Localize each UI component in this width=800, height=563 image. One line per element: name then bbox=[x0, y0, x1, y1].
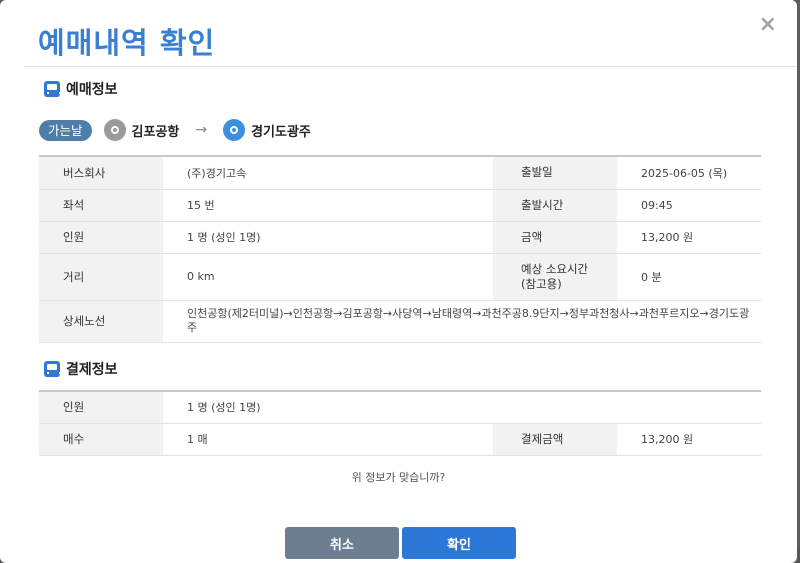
destination-name: 경기도광주 bbox=[251, 124, 311, 140]
bus-icon bbox=[44, 81, 61, 97]
seat-value: 15 번 bbox=[163, 189, 493, 222]
direction-badge: 가는날 bbox=[39, 119, 92, 141]
duration-label-line1: 예상 소요시간 bbox=[521, 261, 589, 276]
table-row: 인원 1 명 (성인 1명) bbox=[39, 391, 762, 424]
table-row: 상세노선 인천공항(제2터미널)→인천공항→김포공항→사당역→남태령역→과천주공… bbox=[39, 300, 761, 343]
route-detail-label: 상세노선 bbox=[39, 300, 163, 343]
table-row: 버스회사 (주)경기고속 출발일 2025-06-05 (목) bbox=[39, 156, 761, 190]
departure-time-label: 출발시간 bbox=[493, 189, 617, 222]
booking-confirm-dialog: 예매내역 확인 × 예매정보 가는날 김포공항 → 경기도광주 버스회사 (주)… bbox=[0, 0, 797, 563]
departure-date-value: 2025-06-05 (목) bbox=[617, 156, 761, 190]
company-value: (주)경기고속 bbox=[163, 156, 493, 190]
payment-amount-label: 결제금액 bbox=[493, 423, 617, 456]
table-row: 거리 0 km 예상 소요시간 (참고용) 0 분 bbox=[39, 253, 761, 301]
payment-section-header: 결제정보 bbox=[44, 359, 118, 379]
origin-pin-icon bbox=[103, 119, 126, 141]
departure-date-label: 출발일 bbox=[493, 156, 617, 190]
company-label: 버스회사 bbox=[39, 156, 163, 190]
payment-info-table: 인원 1 명 (성인 1명) 매수 1 매 결제금액 13,200 원 bbox=[39, 390, 762, 456]
duration-label-line2: (참고용) bbox=[521, 276, 562, 291]
amount-label: 금액 bbox=[493, 221, 617, 254]
payment-passengers-value: 1 명 (성인 1명) bbox=[163, 391, 762, 424]
payment-amount-value: 13,200 원 bbox=[617, 423, 762, 456]
bus-icon bbox=[44, 361, 61, 377]
booking-section-header: 예매정보 bbox=[44, 79, 118, 99]
tickets-value: 1 매 bbox=[163, 423, 493, 456]
distance-label: 거리 bbox=[39, 253, 163, 301]
booking-info-table: 버스회사 (주)경기고속 출발일 2025-06-05 (목) 좌석 15 번 … bbox=[39, 155, 761, 343]
distance-value: 0 km bbox=[163, 253, 493, 301]
table-row: 매수 1 매 결제금액 13,200 원 bbox=[39, 423, 762, 456]
passengers-label: 인원 bbox=[39, 221, 163, 254]
seat-label: 좌석 bbox=[39, 189, 163, 222]
title-divider bbox=[24, 66, 797, 67]
destination-pin-icon bbox=[223, 119, 246, 141]
table-row: 좌석 15 번 출발시간 09:45 bbox=[39, 189, 761, 222]
table-row: 인원 1 명 (성인 1명) 금액 13,200 원 bbox=[39, 221, 761, 254]
payment-passengers-label: 인원 bbox=[39, 391, 163, 424]
passengers-value: 1 명 (성인 1명) bbox=[163, 221, 493, 254]
confirm-button[interactable]: 확인 bbox=[402, 527, 516, 559]
payment-section-title: 결제정보 bbox=[66, 362, 118, 378]
duration-value: 0 분 bbox=[617, 253, 761, 301]
confirm-question: 위 정보가 맞습니까? bbox=[351, 471, 446, 484]
cancel-button[interactable]: 취소 bbox=[285, 527, 399, 559]
arrow-right-icon: → bbox=[195, 122, 208, 138]
duration-label: 예상 소요시간 (참고용) bbox=[493, 253, 617, 301]
close-icon[interactable]: × bbox=[759, 12, 777, 37]
route-detail-value: 인천공항(제2터미널)→인천공항→김포공항→사당역→남태령역→과천주공8.9단지… bbox=[163, 300, 761, 343]
booking-section-title: 예매정보 bbox=[66, 82, 118, 98]
amount-value: 13,200 원 bbox=[617, 221, 761, 254]
route-summary: 가는날 김포공항 → 경기도광주 bbox=[39, 117, 311, 143]
dialog-title: 예매내역 확인 bbox=[38, 26, 216, 60]
origin-name: 김포공항 bbox=[131, 124, 180, 140]
tickets-label: 매수 bbox=[39, 423, 163, 456]
departure-time-value: 09:45 bbox=[617, 189, 761, 222]
